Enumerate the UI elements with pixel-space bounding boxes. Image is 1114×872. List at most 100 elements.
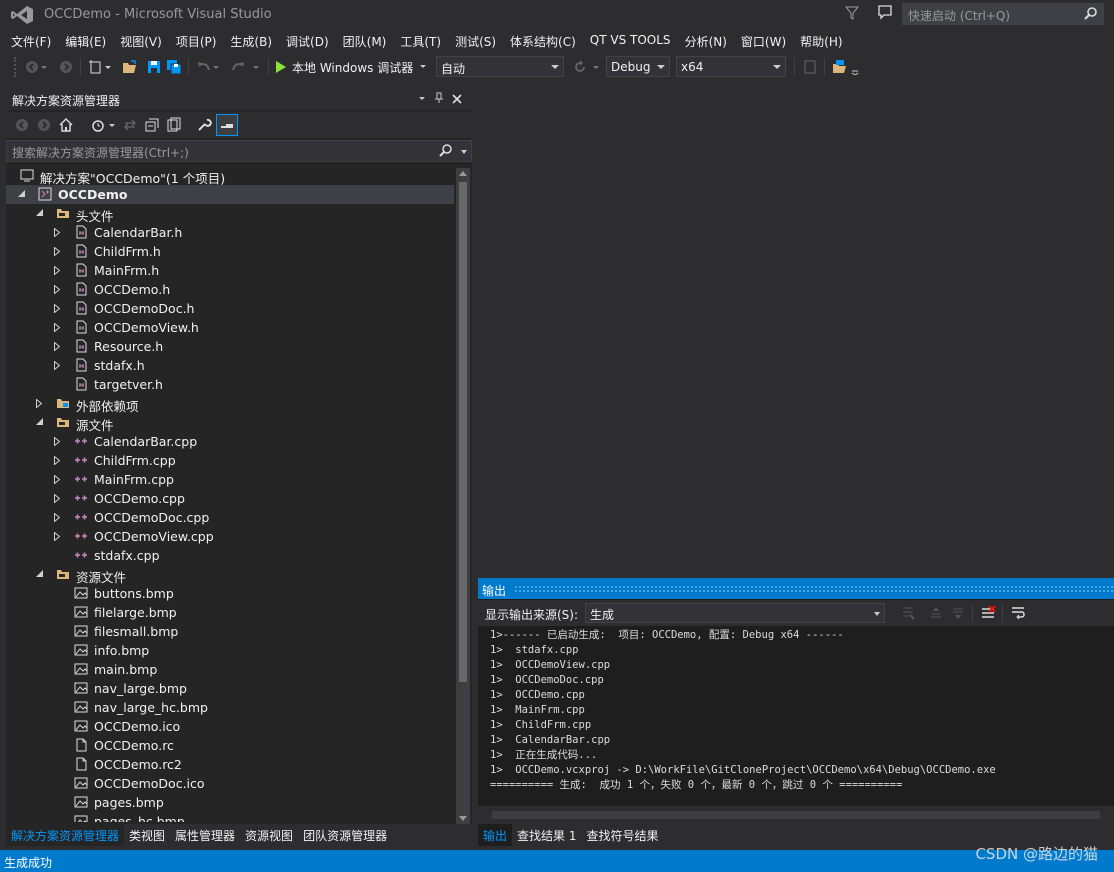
toggle-word-wrap-icon[interactable] — [1010, 605, 1026, 621]
redo-dropdown-icon[interactable] — [252, 59, 260, 75]
home-icon[interactable] — [58, 117, 74, 133]
quick-launch-input[interactable]: 快速启动 (Ctrl+Q) — [902, 3, 1104, 25]
back-icon[interactable] — [14, 117, 30, 133]
tree-file-item[interactable]: buttons.bmp — [6, 584, 454, 603]
collapse-all-icon[interactable] — [144, 117, 160, 133]
find-in-files-icon[interactable] — [832, 59, 848, 75]
expanded-arrow-icon[interactable] — [36, 570, 43, 577]
tree-folder-external[interactable]: 外部依赖项 — [6, 394, 454, 414]
tab-find-symbol-results[interactable]: 查找符号结果 — [581, 824, 663, 846]
configuration-combo[interactable]: Debug — [606, 56, 670, 77]
save-icon[interactable] — [146, 59, 162, 75]
collapsed-arrow-icon[interactable] — [54, 361, 60, 370]
collapsed-arrow-icon[interactable] — [54, 247, 60, 256]
menu-help[interactable]: 帮助(H) — [793, 30, 849, 52]
go-to-previous-message-icon[interactable] — [928, 605, 944, 621]
tree-file-item[interactable]: OCCDemo.cpp — [6, 489, 454, 508]
tree-file-item[interactable]: OCCDemo.ico — [6, 717, 454, 736]
collapsed-arrow-icon[interactable] — [54, 532, 60, 541]
menu-edit[interactable]: 编辑(E) — [58, 30, 113, 52]
collapsed-arrow-icon[interactable] — [54, 323, 60, 332]
tree-file-item[interactable]: main.bmp — [6, 660, 454, 679]
tree-file-item[interactable]: OCCDemoView.cpp — [6, 527, 454, 546]
feedback-icon[interactable] — [877, 4, 893, 20]
tree-file-item[interactable]: OCCDemo.rc — [6, 736, 454, 755]
pending-changes-filter-icon[interactable] — [90, 117, 106, 133]
title-grip[interactable] — [514, 585, 1114, 592]
tree-file-item[interactable]: stdafx.h — [6, 356, 454, 375]
tree-file-item[interactable]: stdafx.cpp — [6, 546, 454, 565]
search-icon[interactable] — [439, 144, 453, 158]
menu-tools[interactable]: 工具(T) — [393, 30, 448, 52]
platform-combo[interactable]: x64 — [676, 56, 786, 77]
scrollbar-thumb[interactable] — [492, 811, 1100, 819]
open-file-icon[interactable] — [122, 59, 138, 75]
tree-file-item[interactable]: OCCDemoDoc.ico — [6, 774, 454, 793]
tree-file-item[interactable]: OCCDemoView.h — [6, 318, 454, 337]
menu-debug[interactable]: 调试(D) — [279, 30, 336, 52]
new-project-icon[interactable] — [88, 59, 104, 75]
tab-find-results-1[interactable]: 查找结果 1 — [512, 824, 581, 846]
menu-project[interactable]: 项目(P) — [169, 30, 224, 52]
back-dropdown-icon[interactable] — [40, 59, 48, 75]
solution-explorer-search[interactable]: 搜索解决方案资源管理器(Ctrl+;) — [6, 140, 472, 162]
tree-file-item[interactable]: OCCDemo.h — [6, 280, 454, 299]
collapsed-arrow-icon[interactable] — [54, 475, 60, 484]
menu-view[interactable]: 视图(V) — [113, 30, 169, 52]
menu-architecture[interactable]: 体系结构(C) — [503, 30, 583, 52]
toolbar-grip[interactable] — [14, 57, 18, 77]
menu-build[interactable]: 生成(B) — [223, 30, 279, 52]
tree-file-item[interactable]: MainFrm.cpp — [6, 470, 454, 489]
search-options-dropdown-icon[interactable] — [461, 150, 467, 154]
undo-dropdown-icon[interactable] — [212, 59, 220, 75]
clear-all-icon[interactable] — [980, 605, 996, 621]
scroll-up-arrow-icon[interactable] — [459, 171, 467, 176]
preview-selected-items-button[interactable] — [216, 114, 238, 136]
output-horizontal-scrollbar[interactable] — [478, 806, 1114, 824]
tree-file-item[interactable]: pages_hc.bmp — [6, 812, 454, 822]
tree-file-item[interactable]: filesmall.bmp — [6, 622, 454, 641]
menu-qt-vs-tools[interactable]: QT VS TOOLS — [583, 30, 678, 52]
menu-test[interactable]: 测试(S) — [448, 30, 503, 52]
show-all-files-icon[interactable] — [166, 117, 182, 133]
output-source-combo[interactable]: 生成 — [585, 603, 885, 623]
collapsed-arrow-icon[interactable] — [54, 456, 60, 465]
collapsed-arrow-icon[interactable] — [54, 266, 60, 275]
tab-resource-view[interactable]: 资源视图 — [240, 824, 298, 846]
menu-window[interactable]: 窗口(W) — [734, 30, 793, 52]
output-text[interactable]: 1>------ 已启动生成: 项目: OCCDemo, 配置: Debug x… — [490, 628, 1100, 793]
expanded-arrow-icon[interactable] — [36, 418, 43, 425]
toolbar-options-icon[interactable] — [850, 59, 860, 75]
tab-solution-explorer[interactable]: 解决方案资源管理器 — [6, 824, 125, 846]
tab-output[interactable]: 输出 — [478, 824, 513, 846]
undo-icon[interactable] — [196, 59, 212, 75]
tree-file-item[interactable]: nav_large.bmp — [6, 679, 454, 698]
go-to-next-message-icon[interactable] — [950, 605, 966, 621]
collapsed-arrow-icon[interactable] — [54, 228, 60, 237]
menu-team[interactable]: 团队(M) — [336, 30, 394, 52]
tab-property-manager[interactable]: 属性管理器 — [170, 824, 240, 846]
expanded-arrow-icon[interactable] — [36, 209, 43, 216]
window-position-icon[interactable] — [418, 95, 426, 103]
refresh-icon[interactable] — [572, 59, 588, 75]
editor-area[interactable] — [478, 88, 1114, 576]
tree-file-item[interactable]: CalendarBar.cpp — [6, 432, 454, 451]
expanded-arrow-icon[interactable] — [18, 190, 25, 197]
notification-filter-icon[interactable] — [845, 5, 859, 21]
properties-wrench-icon[interactable] — [196, 117, 212, 133]
collapsed-arrow-icon[interactable] — [54, 513, 60, 522]
collapsed-arrow-icon[interactable] — [54, 437, 60, 446]
tree-file-item[interactable]: info.bmp — [6, 641, 454, 660]
tab-team-explorer[interactable]: 团队资源管理器 — [298, 824, 392, 846]
menu-analyze[interactable]: 分析(N) — [678, 30, 734, 52]
tree-file-item[interactable]: targetver.h — [6, 375, 454, 394]
tree-folder-sources[interactable]: 源文件 — [6, 413, 454, 433]
tree-file-item[interactable]: filelarge.bmp — [6, 603, 454, 622]
tree-file-item[interactable]: OCCDemoDoc.cpp — [6, 508, 454, 527]
find-message-in-code-icon[interactable] — [900, 605, 916, 621]
new-dropdown-icon[interactable] — [104, 59, 112, 75]
redo-icon[interactable] — [230, 59, 246, 75]
run-mode-combo[interactable]: 自动 — [436, 56, 564, 77]
tree-file-item[interactable]: OCCDemoDoc.h — [6, 299, 454, 318]
tree-file-item[interactable]: MainFrm.h — [6, 261, 454, 280]
